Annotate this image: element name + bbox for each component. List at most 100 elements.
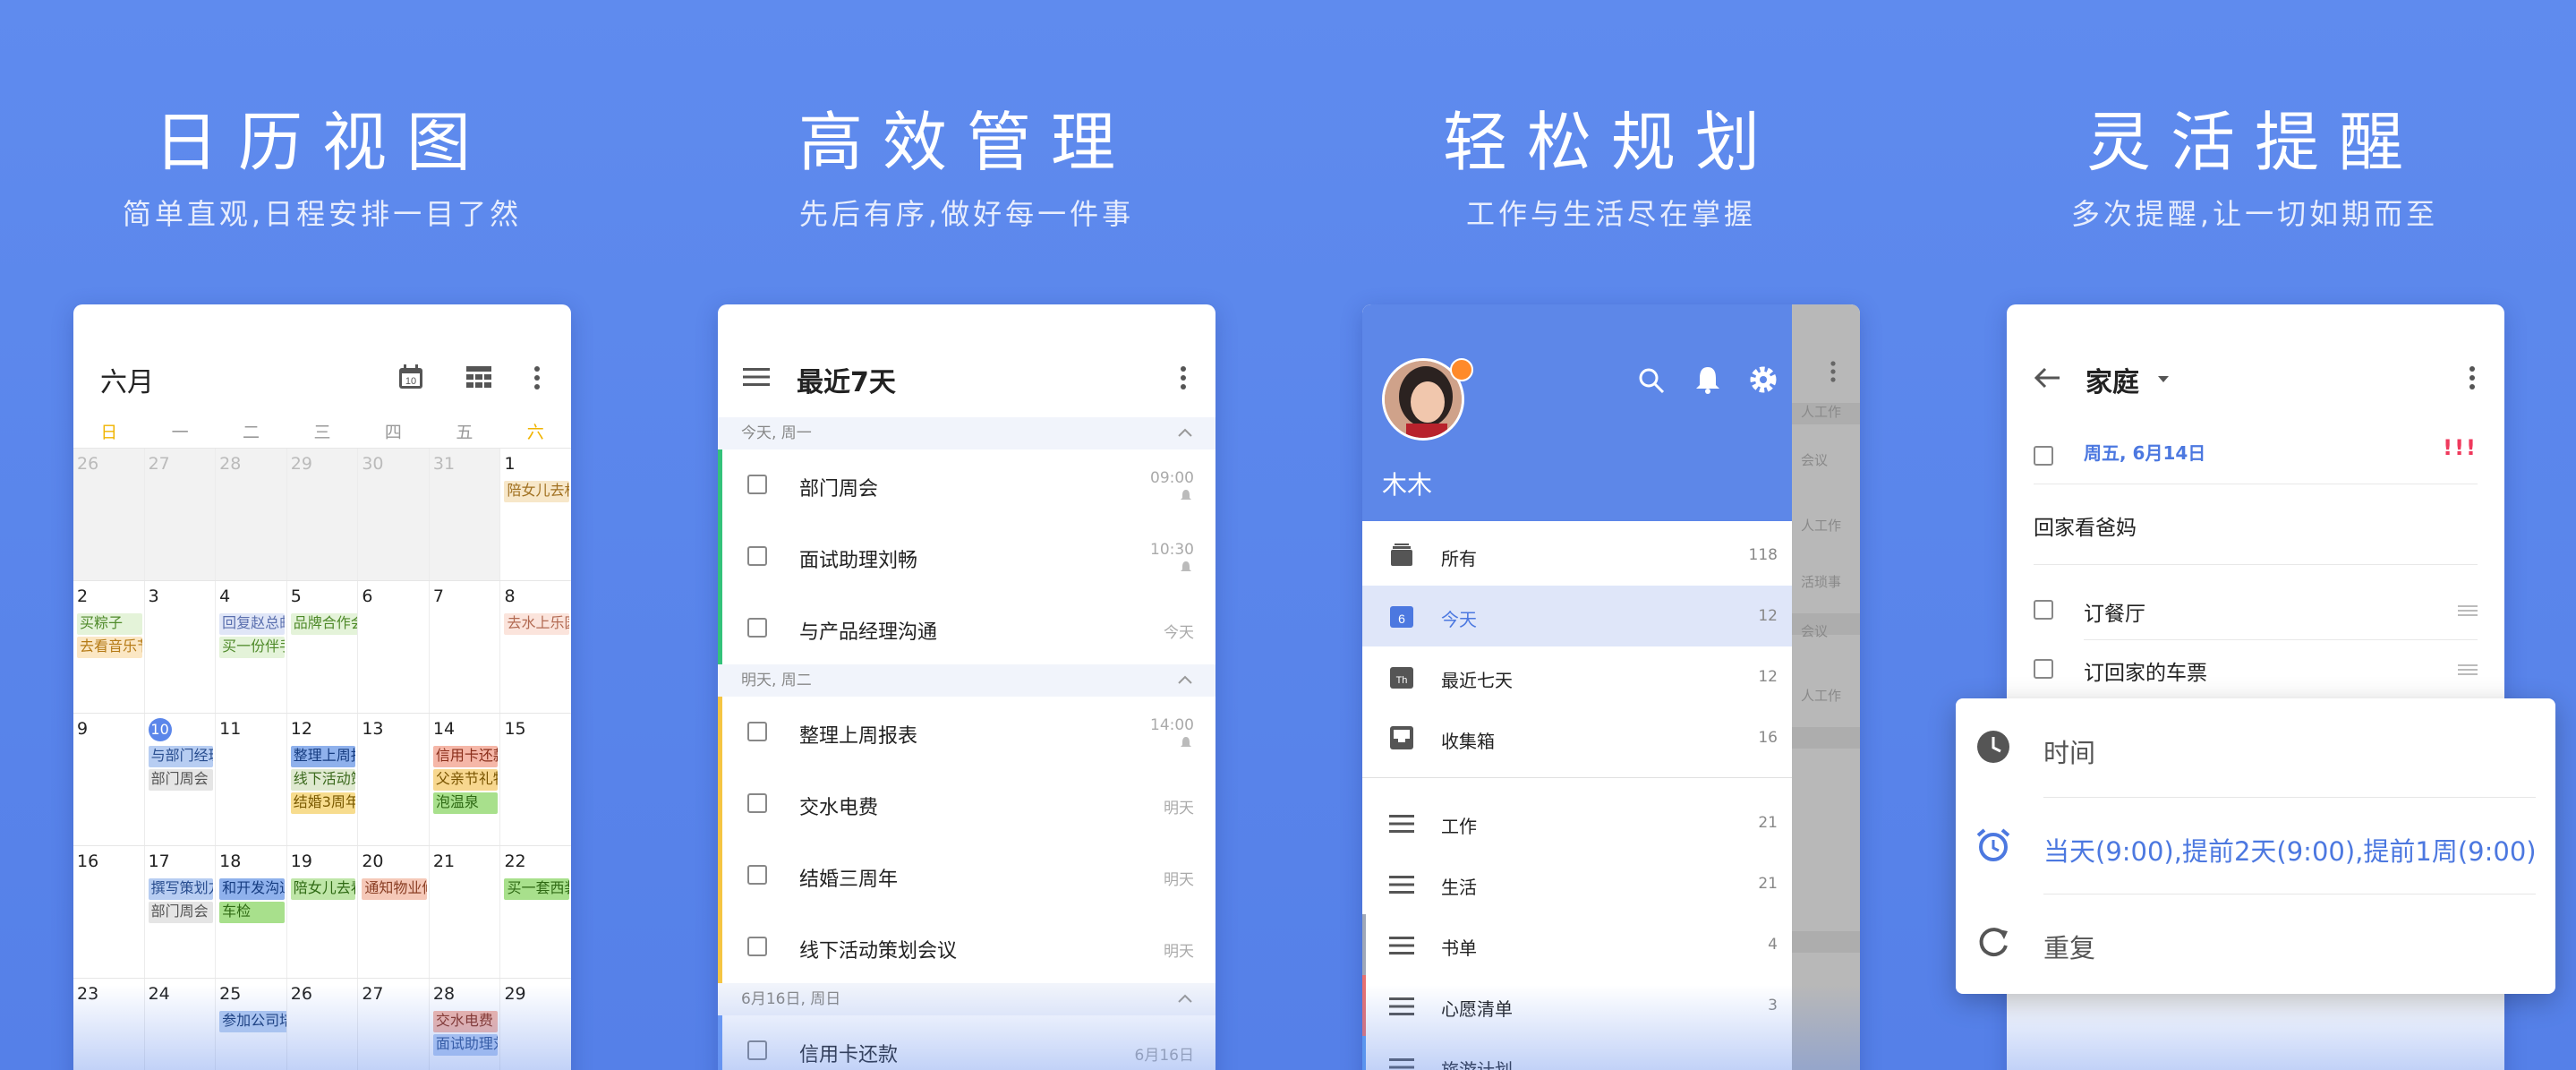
event-chip[interactable]: 撰写策划方 <box>148 878 214 900</box>
drawer-list-item[interactable]: 心愿清单 3 <box>1362 975 1792 1036</box>
task-row[interactable]: 面试助理刘畅 10:30 <box>718 521 1215 593</box>
day-cell[interactable]: 15 <box>500 714 571 845</box>
task-checkbox[interactable] <box>747 475 767 494</box>
day-cell[interactable]: 2 买粽子去看音乐节 <box>73 581 145 713</box>
section-header[interactable]: 明天, 周二 <box>718 664 1215 697</box>
task-checkbox[interactable] <box>2034 446 2053 466</box>
day-cell[interactable]: 27 <box>358 979 430 1070</box>
event-chip[interactable]: 通知物业修 <box>362 878 427 900</box>
gear-icon[interactable] <box>1749 365 1778 394</box>
task-row[interactable]: 线下活动策划会议 明天 <box>718 912 1215 983</box>
day-cell[interactable]: 24 <box>145 979 217 1070</box>
event-chip[interactable]: 整理上周报 <box>290 746 356 767</box>
event-chip[interactable]: 部门周会 <box>148 902 214 923</box>
task-row[interactable]: 部门周会 09:00 <box>718 449 1215 521</box>
day-cell[interactable]: 25 参加公司培训 <box>216 979 287 1070</box>
drag-handle-icon[interactable] <box>2458 664 2478 675</box>
popup-row-repeat[interactable]: 重复 <box>1956 894 2555 990</box>
event-chip[interactable]: 结婚3周年 <box>290 792 356 814</box>
event-chip[interactable]: 回复赵总邮 <box>219 613 285 635</box>
menu-icon[interactable] <box>743 367 770 387</box>
event-chip[interactable]: 去看音乐节 <box>77 637 142 658</box>
back-arrow-icon[interactable] <box>2034 367 2060 389</box>
popup-row-alarms[interactable]: 当天(9:00),提前2天(9:00),提前1周(9:00) <box>1956 797 2555 894</box>
day-cell[interactable]: 21 <box>430 846 501 978</box>
day-cell[interactable]: 31 <box>429 449 501 580</box>
task-title[interactable]: 回家看爸妈 <box>2034 510 2137 541</box>
day-cell[interactable]: 26 <box>73 449 145 580</box>
day-cell[interactable]: 10 与部门经理部门周会 <box>145 714 217 845</box>
drawer-list-item[interactable]: 书单 4 <box>1362 914 1792 975</box>
task-checkbox[interactable] <box>747 1040 767 1060</box>
priority-flag[interactable]: !!! <box>2443 435 2478 460</box>
day-cell[interactable]: 11 <box>216 714 287 845</box>
day-cell[interactable]: 22 买一套西装 <box>500 846 571 978</box>
drawer-item[interactable]: 收集箱 16 <box>1362 707 1792 768</box>
day-cell[interactable]: 26 <box>287 979 359 1070</box>
dropdown-arrow-icon[interactable] <box>2157 374 2170 383</box>
month-grid-icon[interactable] <box>465 365 492 389</box>
event-chip[interactable]: 参加公司培训 <box>219 1011 286 1032</box>
bell-icon[interactable] <box>1695 365 1720 394</box>
drag-handle-icon[interactable] <box>2458 605 2478 616</box>
popup-row-time[interactable]: 时间 <box>1956 698 2555 795</box>
day-cell[interactable]: 12 整理上周报线下活动策结婚3周年 <box>287 714 359 845</box>
event-chip[interactable]: 买粽子 <box>77 613 142 635</box>
subtask-checkbox[interactable] <box>2034 659 2053 679</box>
more-vert-icon[interactable] <box>2469 365 2476 390</box>
task-row[interactable]: 结婚三周年 明天 <box>718 840 1215 912</box>
drawer-list-item[interactable]: 工作 21 <box>1362 792 1792 853</box>
task-checkbox[interactable] <box>747 618 767 638</box>
event-chip[interactable]: 线下活动策 <box>290 769 356 791</box>
day-cell[interactable]: 8 去水上乐园 <box>500 581 571 713</box>
drawer-item[interactable]: Th 最近七天 12 <box>1362 646 1792 707</box>
day-cell[interactable]: 4 回复赵总邮买一份伴手 <box>216 581 287 713</box>
drawer-item[interactable]: 所有 118 <box>1362 525 1792 586</box>
task-row[interactable]: 与产品经理沟通 今天 <box>718 593 1215 664</box>
day-cell[interactable]: 18 和开发沟通车检 <box>216 846 287 978</box>
day-cell[interactable]: 29 <box>286 449 359 580</box>
drawer-list-item[interactable]: 生活 21 <box>1362 853 1792 914</box>
event-chip[interactable]: 品牌合作会议 <box>290 613 358 635</box>
day-cell[interactable]: 23 <box>73 979 145 1070</box>
event-chip[interactable]: 陪女儿去机 <box>504 481 570 502</box>
event-chip[interactable]: 交水电费 <box>432 1011 499 1032</box>
event-chip[interactable]: 买一份伴手 <box>219 637 285 658</box>
day-cell[interactable]: 19 陪女儿去看 <box>287 846 359 978</box>
subtask-row[interactable]: 订回家的车票 <box>2034 641 2478 698</box>
task-checkbox[interactable] <box>747 722 767 741</box>
event-chip[interactable]: 部门周会 <box>148 769 214 791</box>
collapse-chevron-icon[interactable] <box>1178 428 1192 437</box>
day-cell[interactable]: 14 信用卡还款父亲节礼物泡温泉 <box>430 714 501 845</box>
list-selector[interactable]: 家庭 <box>2086 360 2139 399</box>
search-icon[interactable] <box>1638 367 1665 394</box>
day-cell[interactable]: 29 <box>500 979 571 1070</box>
calendar-today-icon[interactable]: 10 <box>397 364 424 390</box>
day-cell[interactable]: 13 <box>358 714 430 845</box>
collapse-chevron-icon[interactable] <box>1178 994 1192 1003</box>
day-cell[interactable]: 28 <box>216 449 287 580</box>
event-chip[interactable]: 面试助理刘 <box>432 1034 499 1056</box>
task-checkbox[interactable] <box>747 546 767 566</box>
event-chip[interactable]: 父亲节礼物 <box>432 769 499 791</box>
event-chip[interactable]: 泡温泉 <box>432 792 499 814</box>
drawer-list-item[interactable]: 旅游计划 <box>1362 1036 1792 1070</box>
day-cell[interactable]: 3 <box>145 581 217 713</box>
event-chip[interactable]: 去水上乐园 <box>504 613 570 635</box>
more-vert-icon[interactable] <box>533 365 541 390</box>
subtask-checkbox[interactable] <box>2034 600 2053 620</box>
task-checkbox[interactable] <box>747 865 767 885</box>
day-cell[interactable]: 9 <box>73 714 145 845</box>
day-cell[interactable]: 27 <box>144 449 217 580</box>
day-cell[interactable]: 1 陪女儿去机 <box>500 449 571 580</box>
section-header[interactable]: 今天, 周一 <box>718 417 1215 449</box>
day-cell[interactable]: 5 品牌合作会议 <box>287 581 359 713</box>
task-row[interactable]: 信用卡还款 6月16日 <box>718 1015 1215 1070</box>
event-chip[interactable]: 与部门经理 <box>148 746 214 767</box>
more-vert-icon[interactable] <box>1180 365 1187 390</box>
day-cell[interactable]: 16 <box>73 846 145 978</box>
section-header[interactable]: 6月16日, 周日 <box>718 983 1215 1015</box>
day-cell[interactable]: 28 交水电费面试助理刘 <box>430 979 501 1070</box>
due-date[interactable]: 周五, 6月14日 <box>2084 439 2205 465</box>
event-chip[interactable]: 陪女儿去看 <box>290 878 356 900</box>
